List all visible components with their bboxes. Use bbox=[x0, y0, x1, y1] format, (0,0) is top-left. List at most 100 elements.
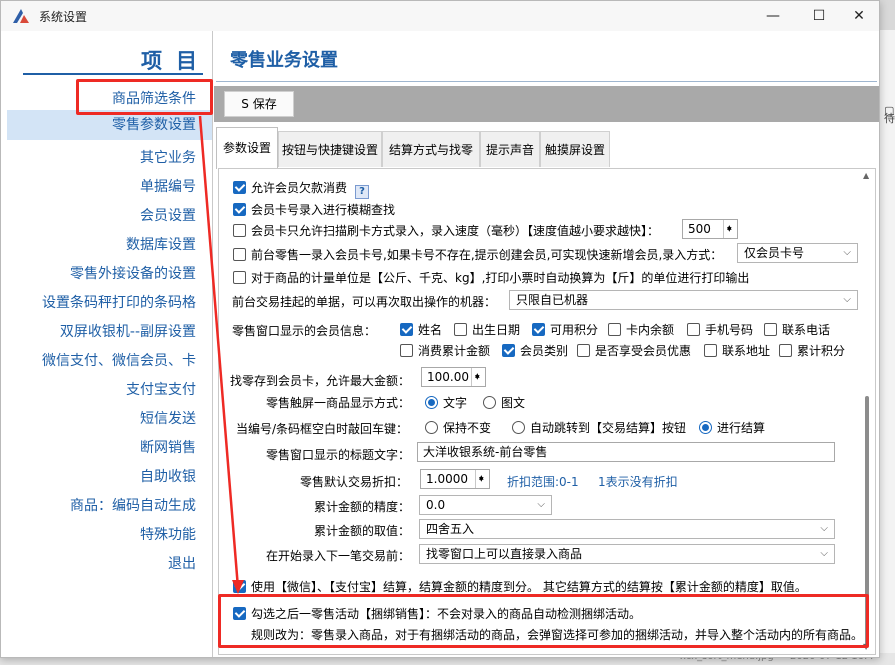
before-next-select[interactable]: 找零窗口上可以直接录入商品 ⌵ bbox=[419, 544, 835, 564]
allow-debt-checkbox[interactable] bbox=[233, 181, 246, 194]
swipe-only-row[interactable]: 会员卡只允许扫描刷卡方式录入，录入速度（毫秒）【速度值越小要求越快】： bbox=[233, 222, 659, 239]
weight-unit-row[interactable]: 对于商品的计量单位是【公斤、千克、kg】,打印小票时自动换算为【斤】的单位进行打… bbox=[233, 269, 749, 286]
sidebar-item-alipay[interactable]: 支付宝支付 bbox=[126, 379, 196, 399]
hang-machine-select[interactable]: 只限自已机器 ⌵ bbox=[509, 290, 858, 310]
maximize-button[interactable]: ☐ bbox=[799, 4, 839, 28]
tab-params[interactable]: 参数设置 bbox=[216, 127, 278, 169]
chevron-down-icon: ⌵ bbox=[843, 294, 851, 305]
wechat-alipay-row[interactable]: 使用【微信】、【支付宝】结算，结算金额的精度到分。 其它结算方式的结算按【累计金… bbox=[233, 578, 807, 595]
annotation-highlight-bundle bbox=[218, 594, 869, 648]
rounding-select[interactable]: 四舍五入 ⌵ bbox=[419, 519, 835, 539]
sidebar-item-doc-number[interactable]: 单据编号 bbox=[140, 176, 196, 196]
sidebar-item-member-settings[interactable]: 会员设置 bbox=[140, 205, 196, 225]
discount-range: 折扣范围:0-1 bbox=[507, 475, 579, 489]
tab-touchscreen[interactable]: 触摸屏设置 bbox=[540, 131, 610, 167]
toolbar: S 保存 bbox=[214, 86, 879, 122]
member-info-mobile[interactable]: 手机号码 bbox=[687, 321, 753, 338]
tab-buttons-shortcuts[interactable]: 按钮与快捷键设置 bbox=[278, 131, 382, 167]
main-panel: 零售业务设置 S 保存 参数设置 按钮与快捷键设置 结算方式与找零 提示声音 触… bbox=[214, 31, 879, 657]
precision-select[interactable]: 0.0 ⌵ bbox=[419, 495, 552, 515]
member-info-birthday[interactable]: 出生日期 bbox=[454, 321, 520, 338]
sidebar: 项目 商品筛选条件 零售参数设置 其它业务 单据编号 会员设置 数据库设置 零售… bbox=[1, 31, 213, 657]
member-info-total-points[interactable]: 累计积分 bbox=[779, 342, 845, 359]
fuzzy-card-label: 会员卡号录入进行模糊查找 bbox=[251, 203, 396, 217]
sidebar-item-exit[interactable]: 退出 bbox=[168, 553, 196, 573]
window-title: 系统设置 bbox=[39, 10, 88, 24]
change-max-spinner[interactable] bbox=[471, 367, 485, 387]
save-button[interactable]: S 保存 bbox=[224, 91, 294, 117]
swipe-speed-input[interactable]: 500 bbox=[682, 219, 738, 239]
create-member-row[interactable]: 前台零售一录入会员卡号,如果卡号不存在,提示创建会员,可实现快速新增会员,录入方… bbox=[233, 246, 722, 263]
member-info-points[interactable]: 可用积分 bbox=[532, 321, 598, 338]
sidebar-item-auto-code[interactable]: 商品：编码自动生成 bbox=[70, 495, 196, 515]
close-button[interactable]: ✕ bbox=[839, 4, 879, 28]
help-icon[interactable]: ? bbox=[355, 185, 370, 199]
allow-debt-row[interactable]: 允许会员欠款消费? bbox=[233, 179, 370, 199]
member-info-address[interactable]: 联系地址 bbox=[704, 342, 770, 359]
swipe-speed-spinner[interactable] bbox=[723, 219, 737, 239]
member-info-total-spend[interactable]: 消费累计金额 bbox=[400, 342, 490, 359]
sidebar-item-offline[interactable]: 断网销售 bbox=[140, 437, 196, 457]
fuzzy-card-row[interactable]: 会员卡号录入进行模糊查找 bbox=[233, 201, 395, 218]
sidebar-item-special[interactable]: 特殊功能 bbox=[140, 524, 196, 544]
chevron-down-icon: ⌵ bbox=[820, 548, 828, 559]
sidebar-item-scale-barcode[interactable]: 设置条码秤打印的条码格 bbox=[42, 292, 196, 312]
weight-unit-label: 对于商品的计量单位是【公斤、千克、kg】,打印小票时自动换算为【斤】的单位进行打… bbox=[251, 271, 750, 285]
change-max-input[interactable]: 100.00 bbox=[421, 367, 486, 387]
before-next-label: 在开始录入下一笔交易前： bbox=[266, 549, 411, 563]
minimize-button[interactable]: — bbox=[753, 4, 793, 28]
fuzzy-card-checkbox[interactable] bbox=[233, 203, 246, 216]
sidebar-divider bbox=[23, 73, 203, 75]
sidebar-item-sms[interactable]: 短信发送 bbox=[140, 408, 196, 428]
sidebar-item-self-checkout[interactable]: 自助收银 bbox=[140, 466, 196, 486]
hang-machine-label: 前台交易挂起的单据，可以再次取出操作的机器： bbox=[232, 295, 497, 309]
wechat-alipay-label: 使用【微信】、【支付宝】结算，结算金额的精度到分。 其它结算方式的结算按【累计金… bbox=[251, 580, 807, 594]
sidebar-item-other-business[interactable]: 其它业务 bbox=[140, 147, 196, 167]
swipe-only-checkbox[interactable] bbox=[233, 224, 246, 237]
sidebar-item-wechat[interactable]: 微信支付、微信会员、卡 bbox=[42, 350, 196, 370]
sidebar-item-dual-screen[interactable]: 双屏收银机--副屏设置 bbox=[60, 321, 196, 341]
member-info-phone[interactable]: 联系电话 bbox=[764, 321, 830, 338]
create-member-select[interactable]: 仅会员卡号 ⌵ bbox=[737, 243, 858, 263]
discount-note: 1表示没有折扣 bbox=[598, 475, 678, 489]
swipe-only-label: 会员卡只允许扫描刷卡方式录入，录入速度（毫秒）【速度值越小要求越快】： bbox=[251, 224, 660, 238]
enter-key-keep[interactable]: 保持不变 bbox=[425, 419, 491, 436]
precision-label: 累计金额的精度： bbox=[314, 500, 411, 514]
scroll-up-icon[interactable]: ▲ bbox=[863, 171, 869, 180]
title-divider bbox=[216, 81, 877, 82]
discount-spinner[interactable] bbox=[475, 469, 489, 489]
discount-label: 零售默认交易折扣： bbox=[300, 475, 409, 489]
allow-debt-label: 允许会员欠款消费 bbox=[251, 181, 348, 195]
member-info-category[interactable]: 会员类别 bbox=[502, 342, 568, 359]
chevron-down-icon: ⌵ bbox=[820, 523, 828, 534]
vertical-scrollbar[interactable]: ▲ ▼ bbox=[861, 171, 873, 651]
enter-key-jump[interactable]: 自动跳转到【交易结算】按钮 bbox=[512, 419, 686, 436]
enter-key-label: 当编号/条码框空白时敲回车键： bbox=[236, 422, 409, 436]
create-member-checkbox[interactable] bbox=[233, 248, 246, 261]
tab-payment-change[interactable]: 结算方式与找零 bbox=[382, 131, 480, 167]
page-title: 零售业务设置 bbox=[230, 50, 338, 71]
sidebar-item-devices[interactable]: 零售外接设备的设置 bbox=[70, 263, 196, 283]
chevron-down-icon: ⌵ bbox=[843, 247, 851, 258]
wechat-alipay-checkbox[interactable] bbox=[233, 580, 246, 593]
touch-display-image[interactable]: 图文 bbox=[483, 394, 525, 411]
enter-key-settle[interactable]: 进行结算 bbox=[699, 419, 765, 436]
member-info-balance[interactable]: 卡内余额 bbox=[608, 321, 674, 338]
annotation-highlight-nav bbox=[76, 79, 213, 115]
settings-window: 系统设置 — ☐ ✕ 项目 商品筛选条件 零售参数设置 其它业务 单据编号 会员… bbox=[0, 0, 880, 658]
window-title-input[interactable]: 大洋收银系统-前台零售 bbox=[417, 442, 835, 462]
sidebar-title: 项目 bbox=[141, 48, 211, 73]
background-window-edge: ▢ 待 bbox=[879, 30, 895, 665]
title-bar: 系统设置 — ☐ ✕ bbox=[1, 1, 879, 31]
member-info-name[interactable]: 姓名 bbox=[400, 321, 442, 338]
rounding-label: 累计金额的取值： bbox=[314, 524, 411, 538]
member-info-label: 零售窗口显示的会员信息： bbox=[232, 324, 377, 338]
member-info-discount-flag[interactable]: 是否享受会员优惠 bbox=[577, 342, 691, 359]
sidebar-item-database[interactable]: 数据库设置 bbox=[126, 234, 196, 254]
discount-input[interactable]: 1.0000 bbox=[420, 469, 490, 489]
app-logo-icon bbox=[13, 9, 29, 23]
weight-unit-checkbox[interactable] bbox=[233, 271, 246, 284]
tab-sound[interactable]: 提示声音 bbox=[480, 131, 540, 167]
window-title-label: 零售窗口显示的标题文字： bbox=[266, 448, 411, 462]
touch-display-text[interactable]: 文字 bbox=[425, 394, 467, 411]
